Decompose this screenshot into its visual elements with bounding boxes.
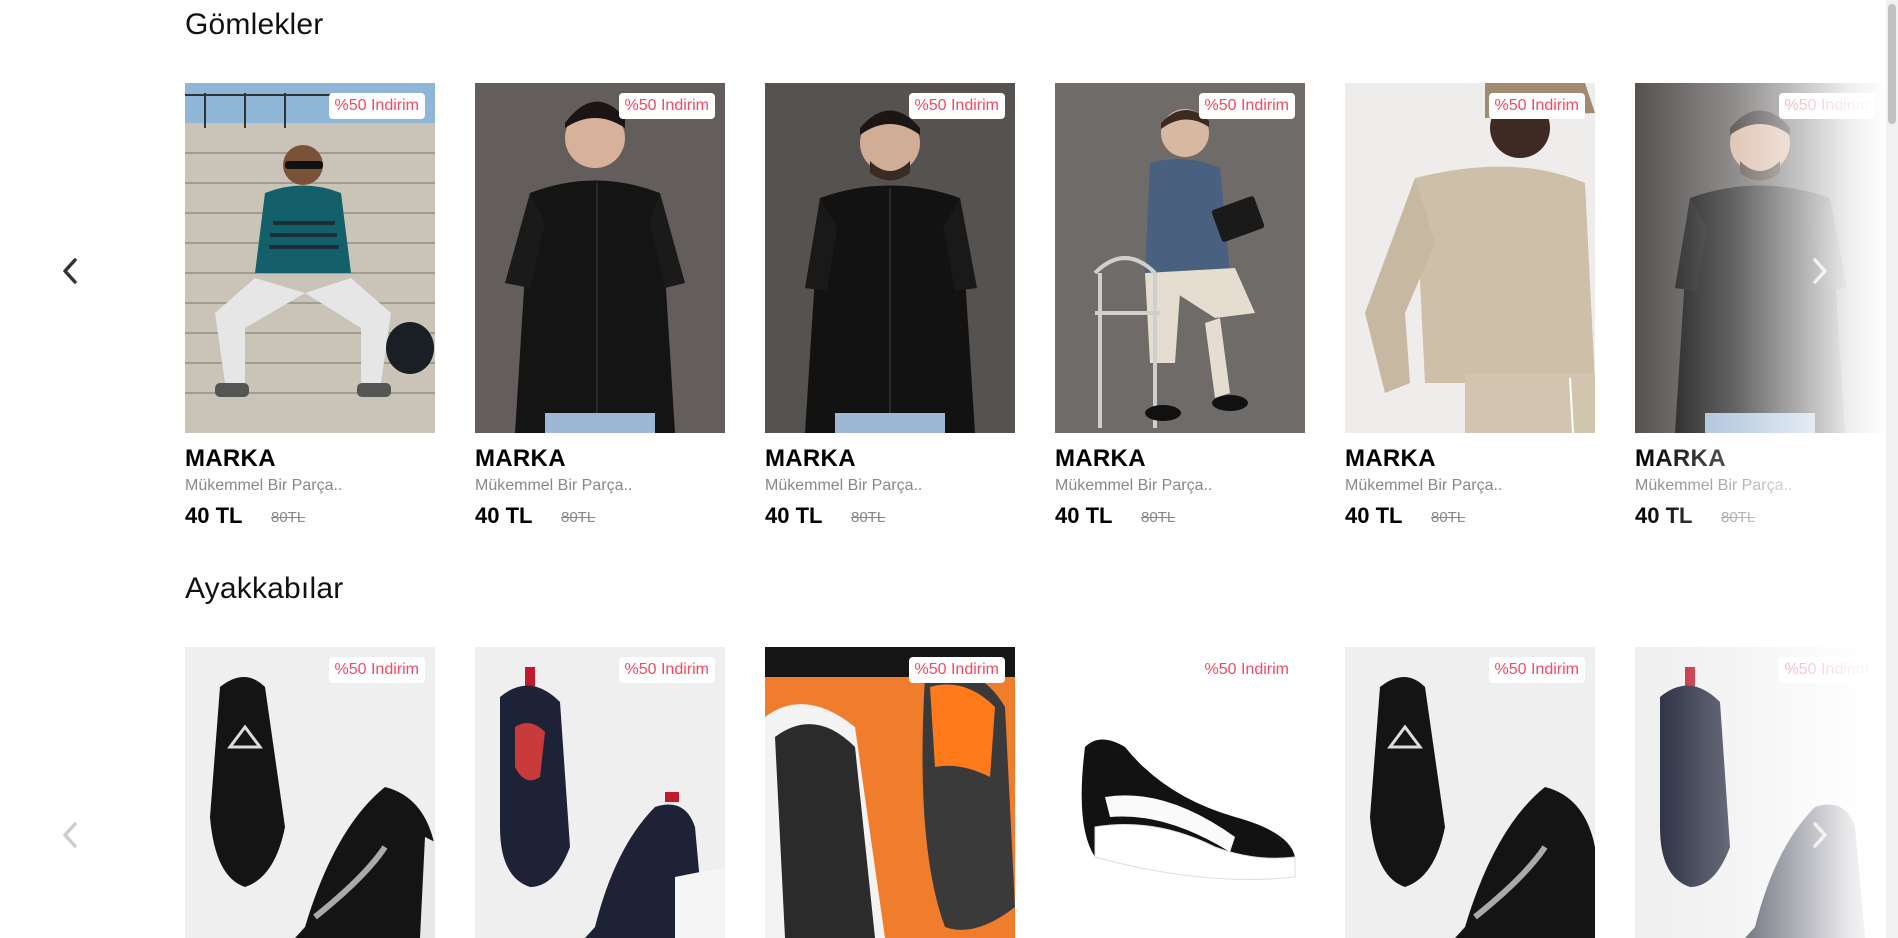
- product-track: %50 Indirim %50 Indirim %50 Indirim %50 …: [185, 647, 1885, 938]
- product-description: Mükemmel Bir Parça..: [765, 477, 923, 494]
- product-image[interactable]: %50 Indirim: [765, 83, 1015, 433]
- discount-badge: %50 Indirim: [618, 93, 715, 119]
- chevron-left-icon: [63, 258, 77, 284]
- carousel-next-button[interactable]: [1808, 815, 1832, 855]
- product-image[interactable]: %50 Indirim: [185, 647, 435, 938]
- product-brand: MARKA: [765, 445, 856, 472]
- product-brand: MARKA: [1345, 445, 1436, 472]
- product-track: %50 Indirim MARKA Mükemmel Bir Parça.. 4…: [185, 83, 1885, 533]
- product-image[interactable]: %50 Indirim: [1055, 647, 1305, 938]
- discount-badge: %50 Indirim: [1198, 657, 1295, 683]
- product-image[interactable]: %50 Indirim: [1055, 83, 1305, 433]
- discount-badge: %50 Indirim: [1488, 93, 1585, 119]
- product-description: Mükemmel Bir Parça..: [185, 477, 343, 494]
- product-price: 40 TL: [185, 503, 243, 528]
- product-brand: MARKA: [1635, 445, 1726, 472]
- product-old-price: 80TL: [851, 509, 886, 526]
- discount-badge: %50 Indirim: [328, 657, 425, 683]
- discount-badge: %50 Indirim: [908, 657, 1005, 683]
- discount-badge: %50 Indirim: [328, 93, 425, 119]
- discount-badge: %50 Indirim: [618, 657, 715, 683]
- product-brand: MARKA: [475, 445, 566, 472]
- discount-badge: %50 Indirim: [1778, 657, 1875, 683]
- shirts-carousel: %50 Indirim MARKA Mükemmel Bir Parça.. 4…: [0, 83, 1898, 533]
- product-image[interactable]: %50 Indirim: [475, 83, 725, 433]
- product-old-price: 80TL: [1141, 509, 1176, 526]
- product-image[interactable]: %50 Indirim: [475, 647, 725, 938]
- discount-badge: %50 Indirim: [1778, 93, 1875, 119]
- product-image[interactable]: %50 Indirim: [1345, 647, 1595, 938]
- section-title: Ayakkabılar: [185, 572, 344, 605]
- chevron-right-icon: [1813, 258, 1827, 284]
- product-description: Mükemmel Bir Parça..: [1635, 477, 1793, 494]
- product-description: Mükemmel Bir Parça..: [475, 477, 633, 494]
- chevron-right-icon: [1813, 822, 1827, 848]
- product-price: 40 TL: [475, 503, 533, 528]
- product-image[interactable]: %50 Indirim: [1635, 647, 1885, 938]
- carousel-prev-button[interactable]: [58, 251, 82, 291]
- product-old-price: 80TL: [561, 509, 596, 526]
- product-image[interactable]: %50 Indirim: [185, 83, 435, 433]
- discount-badge: %50 Indirim: [1488, 657, 1585, 683]
- product-price: 40 TL: [1635, 503, 1693, 528]
- product-description: Mükemmel Bir Parça..: [1055, 477, 1213, 494]
- shoes-section: Ayakkabılar %50 Indirim %50 Indirim %50 …: [0, 560, 1898, 938]
- product-price: 40 TL: [1055, 503, 1113, 528]
- carousel-next-button[interactable]: [1808, 251, 1832, 291]
- carousel-prev-button[interactable]: [58, 815, 82, 855]
- product-price: 40 TL: [1345, 503, 1403, 528]
- product-old-price: 80TL: [1721, 509, 1756, 526]
- product-old-price: 80TL: [1431, 509, 1466, 526]
- product-brand: MARKA: [185, 445, 276, 472]
- scrollbar-thumb[interactable]: [1888, 4, 1896, 124]
- page-scrollbar[interactable]: [1886, 0, 1898, 938]
- chevron-left-icon: [63, 822, 77, 848]
- product-old-price: 80TL: [271, 509, 306, 526]
- product-price: 40 TL: [765, 503, 823, 528]
- discount-badge: %50 Indirim: [908, 93, 1005, 119]
- product-brand: MARKA: [1055, 445, 1146, 472]
- discount-badge: %50 Indirim: [1198, 93, 1295, 119]
- product-description: Mükemmel Bir Parça..: [1345, 477, 1503, 494]
- product-image[interactable]: %50 Indirim: [1635, 83, 1885, 433]
- shoes-carousel: %50 Indirim %50 Indirim %50 Indirim %50 …: [0, 647, 1898, 938]
- section-title: Gömlekler: [185, 8, 324, 41]
- shirts-section: Gömlekler %50 Indirim MARKA Mükemmel Bir…: [0, 0, 1898, 540]
- product-image[interactable]: %50 Indirim: [1345, 83, 1595, 433]
- product-image[interactable]: %50 Indirim: [765, 647, 1015, 938]
